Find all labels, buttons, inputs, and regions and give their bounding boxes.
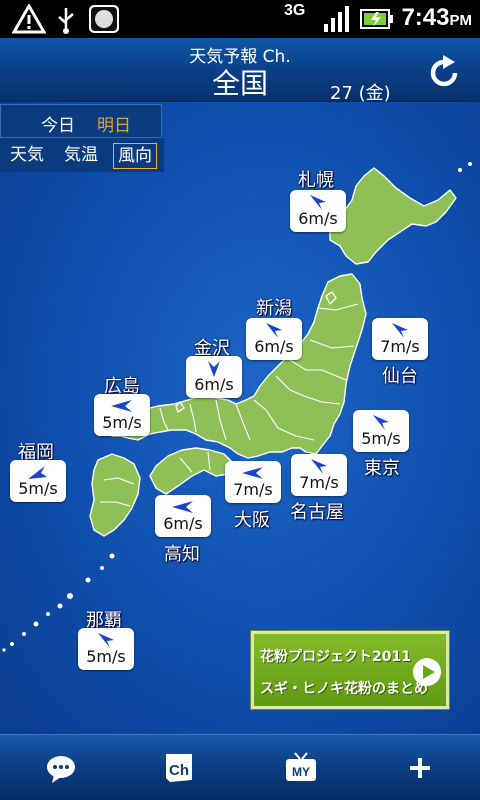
wind-marker-hiroshima[interactable]: 5m/s [94,394,150,436]
tab-tomorrow[interactable]: 明日 [97,111,131,136]
city-label-kochi: 高知 [164,544,200,565]
city-label-sapporo: 札幌 [298,170,334,191]
city-label-osaka: 大阪 [234,510,270,531]
city-label-niigata: 新潟 [256,298,292,319]
app-header: 天気予報 Ch. 全国 27 (金) [0,38,480,104]
battery-icon [360,9,393,29]
wind-marker-nagoya[interactable]: 7m/s [291,454,347,496]
usb-icon [58,8,74,34]
tab-temperature[interactable]: 気温 [60,143,102,169]
wind-marker-osaka[interactable]: 7m/s [225,461,281,503]
wind-marker-sendai[interactable]: 7m/s [372,318,428,360]
city-label-nagoya: 名古屋 [290,502,344,523]
tab-weather[interactable]: 天気 [6,143,48,169]
day-selector: 今日 明日 [0,104,162,138]
wind-marker-naha[interactable]: 5m/s [78,628,134,670]
refresh-icon[interactable] [428,54,462,90]
wind-marker-tokyo[interactable]: 5m/s [353,410,409,452]
wind-marker-niigata[interactable]: 6m/s [246,318,302,360]
app-title: 天気予報 Ch. [189,47,291,67]
layer-selector: 天気 気温 風向 [0,138,164,172]
signal-icon [324,6,349,32]
banner-subtitle: スギ・ヒノキ花粉のまとめ [260,681,428,697]
tab-today[interactable]: 今日 [41,111,75,136]
wind-marker-kanazawa[interactable]: 6m/s [186,356,242,398]
app-notification-icon [89,5,119,33]
status-bar: 3G 7:43PM [0,0,480,38]
warning-icon [12,4,46,34]
my-tv-icon[interactable]: MY [284,751,318,785]
city-label-sendai: 仙台 [382,366,418,387]
play-icon[interactable] [412,657,442,687]
svg-text:MY: MY [292,765,310,779]
chat-icon[interactable] [44,751,78,785]
city-label-tokyo: 東京 [364,458,400,479]
tab-wind-direction[interactable]: 風向 [113,143,157,169]
wind-marker-sapporo[interactable]: 6m/s [290,190,346,232]
bottom-nav: Ch MY [0,734,480,800]
wind-marker-kochi[interactable]: 6m/s [155,495,211,537]
wind-marker-fukuoka[interactable]: 5m/s [10,460,66,502]
banner-title: 花粉プロジェクト2011 [260,649,411,665]
network-type: 3G [284,2,306,19]
region-title: 全国 [211,67,268,100]
svg-text:Ch: Ch [169,762,189,779]
channel-icon[interactable]: Ch [162,751,196,785]
add-icon[interactable] [403,751,437,785]
clock: 7:43PM [401,4,472,31]
